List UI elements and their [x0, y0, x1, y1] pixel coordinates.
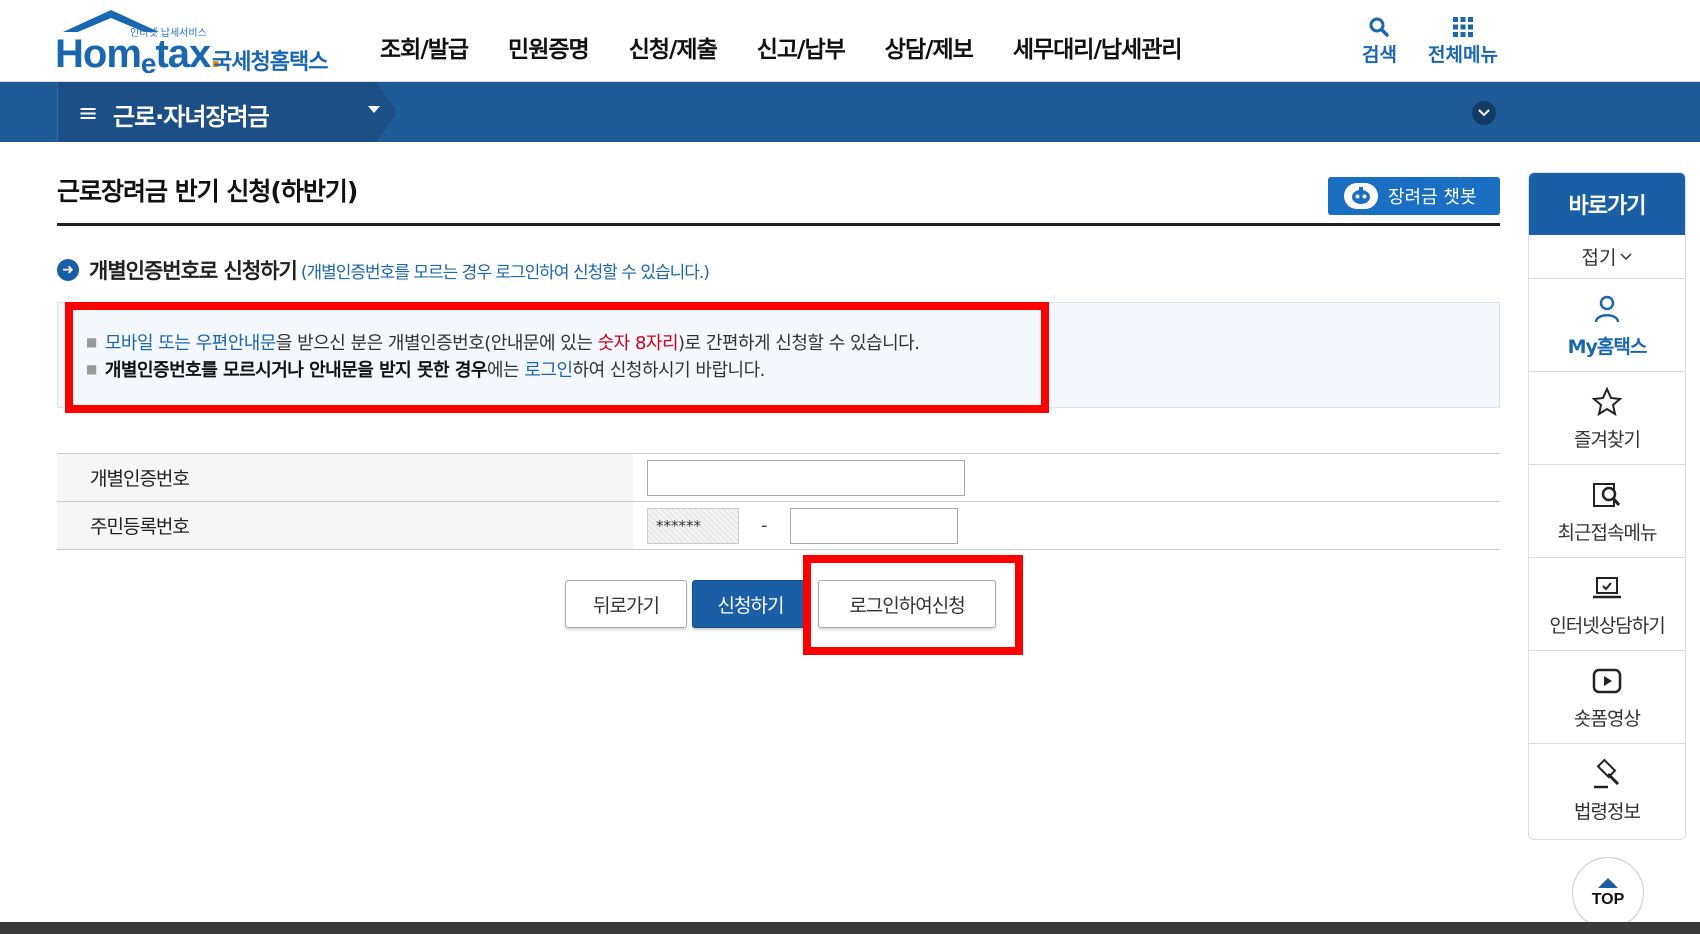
- login-link[interactable]: 로그인: [524, 360, 573, 381]
- rrn-front-masked: ******: [647, 507, 739, 544]
- quick-item-recent-menu[interactable]: 최근접속메뉴: [1529, 465, 1685, 558]
- quick-item-law-info[interactable]: 법령정보: [1529, 744, 1685, 837]
- fold-button[interactable]: 접기: [1529, 235, 1685, 279]
- info-box: ■ 모바일 또는 우편안내문을 받으신 분은 개별인증번호(안내문에 있는 숫자 …: [57, 302, 1500, 408]
- laptop-check-icon: [1593, 576, 1621, 598]
- arrow-right-icon: ➜: [57, 259, 79, 281]
- logo-korean-name: 국세청홈택스: [212, 50, 328, 75]
- logo-wordmark: Hometax.: [55, 32, 221, 79]
- quick-item-my-hometax[interactable]: My홈택스: [1529, 279, 1685, 372]
- quick-item-online-consult[interactable]: 인터넷상담하기: [1529, 558, 1685, 651]
- square-bullet-icon: ■: [86, 362, 97, 376]
- section-heading-text: 개별인증번호로 신청하기: [89, 259, 298, 283]
- star-icon: [1591, 386, 1623, 416]
- play-icon: [1592, 668, 1622, 693]
- title-divider: [57, 223, 1500, 226]
- info-line-2: ■ 개별인증번호를 모르시거나 안내문을 받지 못한 경우에는 로그인하여 신청하…: [86, 360, 765, 381]
- chevron-down-icon: [1620, 252, 1633, 260]
- gnb-item-inquiry[interactable]: 조회/발급: [380, 30, 469, 64]
- rrn-dash: -: [761, 515, 768, 536]
- auth-form-table: 개별인증번호 주민등록번호 ****** -: [57, 453, 1500, 550]
- search-button[interactable]: 검색: [1362, 14, 1397, 67]
- menu-dropdown[interactable]: ≡ 근로·자녀장려금: [57, 82, 397, 142]
- hamburger-icon: ≡: [78, 99, 99, 127]
- gavel-icon: [1594, 758, 1620, 789]
- page-title: 근로장려금 반기 신청(하반기): [57, 177, 358, 206]
- cert-number-label: 개별인증번호: [57, 454, 633, 501]
- login-apply-button[interactable]: 로그인하여신청: [818, 580, 996, 628]
- search-label: 검색: [1362, 44, 1397, 66]
- global-nav: 조회/발급 민원증명 신청/제출 신고/납부 상담/제보 세무대리/납세관리: [380, 30, 1183, 64]
- apply-button[interactable]: 신청하기: [692, 580, 809, 628]
- quick-menu: 바로가기 접기 My홈택스 즐겨찾기 최근접속메뉴 인터넷상담하기 숏폼영상 법…: [1528, 172, 1686, 840]
- chatbot-button[interactable]: 장려금 챗봇: [1328, 177, 1500, 215]
- current-menu-label: 근로·자녀장려금: [113, 103, 270, 131]
- gnb-item-tax-agent[interactable]: 세무대리/납세관리: [1013, 30, 1183, 64]
- rrn-back-input[interactable]: [789, 507, 958, 544]
- table-row: 개별인증번호: [57, 454, 1500, 502]
- expand-submenu-button[interactable]: [1472, 101, 1496, 125]
- section-heading-note: (개별인증번호를 모르는 경우 로그인하여 신청할 수 있습니다.): [300, 262, 710, 283]
- all-menu-label: 전체메뉴: [1428, 44, 1498, 66]
- quick-item-favorites[interactable]: 즐겨찾기: [1529, 372, 1685, 465]
- chatbot-label: 장려금 챗봇: [1388, 187, 1477, 208]
- table-row: 주민등록번호 ****** -: [57, 502, 1500, 550]
- rrn-label: 주민등록번호: [57, 502, 633, 549]
- recent-search-icon: [1593, 482, 1621, 507]
- sub-nav-bar: ≡ 근로·자녀장려금: [0, 82, 1700, 142]
- quick-menu-title: 바로가기: [1529, 173, 1685, 235]
- gnb-item-apply[interactable]: 신청/제출: [629, 30, 718, 64]
- chevron-down-icon: [1478, 109, 1490, 117]
- gnb-item-consult[interactable]: 상담/제보: [885, 30, 974, 64]
- grid-menu-icon: [1452, 14, 1474, 40]
- section-heading: ➜ 개별인증번호로 신청하기 (개별인증번호를 모르는 경우 로그인하여 신청할…: [57, 255, 710, 285]
- chatbot-icon: [1344, 183, 1378, 209]
- header: 인터넷 납세서비스 Hometax. 국세청홈택스 조회/발급 민원증명 신청/…: [0, 0, 1700, 82]
- search-icon: [1368, 14, 1390, 40]
- hometax-logo[interactable]: 인터넷 납세서비스 Hometax. 국세청홈택스: [55, 10, 330, 79]
- caret-down-icon: [368, 106, 380, 113]
- person-icon: [1594, 295, 1620, 322]
- quick-item-short-video[interactable]: 숏폼영상: [1529, 651, 1685, 744]
- info-line-1: ■ 모바일 또는 우편안내문을 받으신 분은 개별인증번호(안내문에 있는 숫자 …: [86, 333, 920, 354]
- cert-number-input[interactable]: [647, 459, 965, 496]
- square-bullet-icon: ■: [86, 335, 97, 349]
- gnb-item-report-pay[interactable]: 신고/납부: [757, 30, 846, 64]
- footer-bar: [0, 922, 1700, 934]
- all-menu-button[interactable]: 전체메뉴: [1428, 14, 1498, 67]
- gnb-item-certificate[interactable]: 민원증명: [508, 30, 590, 64]
- arrow-up-icon: [1598, 877, 1618, 888]
- back-button[interactable]: 뒤로가기: [565, 580, 687, 628]
- scroll-top-button[interactable]: TOP: [1572, 857, 1644, 929]
